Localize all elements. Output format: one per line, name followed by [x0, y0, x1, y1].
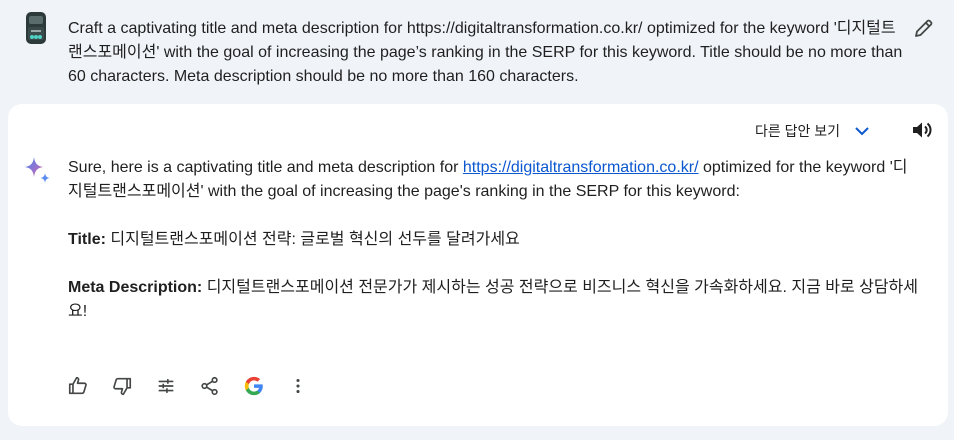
user-prompt-row: Craft a captivating title and meta descr… — [0, 0, 954, 100]
thumbs-up-button[interactable] — [66, 374, 90, 398]
speaker-icon — [913, 122, 932, 138]
response-intro: Sure, here is a captivating title and me… — [68, 159, 908, 200]
pencil-icon — [915, 19, 933, 37]
chevron-down-icon — [855, 127, 869, 136]
more-vert-icon — [296, 378, 300, 394]
show-drafts-button[interactable]: 다른 답안 보기 — [755, 121, 872, 141]
prompt-text: Craft a captivating title and meta descr… — [68, 20, 903, 85]
user-avatar — [22, 10, 50, 46]
gemini-spark-icon — [22, 156, 52, 186]
title-label: Title: — [68, 231, 106, 248]
thumbs-up-icon — [68, 376, 87, 395]
listen-button[interactable] — [910, 118, 934, 142]
tune-icon — [158, 379, 174, 393]
response-actions — [66, 374, 330, 398]
thumbs-down-button[interactable] — [110, 374, 134, 398]
title-line: Title: 디지털트랜스포메이션 전략: 글로벌 혁신의 선두를 달려가세요 — [68, 228, 918, 252]
site-link[interactable]: https://digitaltransformation.co.kr/ — [463, 159, 699, 176]
share-icon — [201, 376, 218, 396]
more-options-button[interactable] — [286, 374, 310, 398]
response-card: 다른 답안 보기 Sure, here is a captivating tit… — [8, 104, 948, 426]
show-drafts-label: 다른 답안 보기 — [755, 123, 841, 139]
title-value: 디지털트랜스포메이션 전략: 글로벌 혁신의 선두를 달려가세요 — [105, 231, 520, 248]
share-button[interactable] — [198, 374, 222, 398]
google-icon — [244, 376, 263, 396]
double-check-button[interactable] — [242, 374, 266, 398]
thumbs-down-icon — [113, 377, 132, 396]
modify-response-button[interactable] — [154, 374, 178, 398]
response-body: Sure, here is a captivating title and me… — [68, 156, 918, 348]
meta-description-line: Meta Description: 디지털트랜스포메이션 전문가가 제시하는 성… — [68, 276, 918, 324]
edit-prompt-button[interactable] — [912, 16, 936, 40]
meta-label: Meta Description: — [68, 279, 203, 296]
